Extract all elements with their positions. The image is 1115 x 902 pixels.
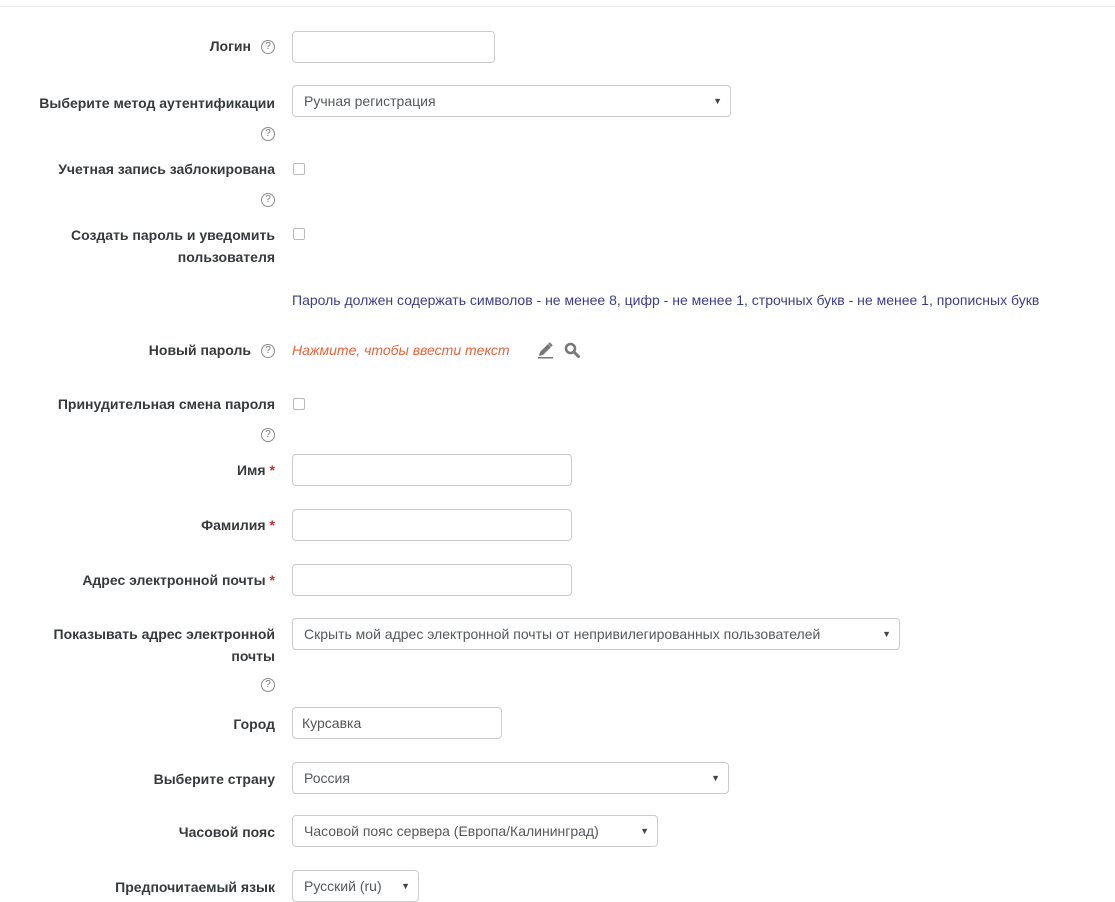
maildisplay-label-line1: Показывать адрес электронной (53, 626, 275, 642)
city-label-row: Город (233, 713, 275, 735)
suspended-label: Учетная запись заблокирована (58, 161, 275, 177)
lastname-label: Фамилия (201, 517, 266, 533)
new-password-label-row: Новый пароль? (149, 339, 275, 361)
pencil-icon[interactable] (536, 341, 554, 359)
required-icon: * (269, 572, 275, 588)
chevron-down-icon: ▼ (713, 96, 722, 106)
country-select[interactable]: Россия ▼ (292, 762, 729, 794)
create-password-label-row: Создать пароль и уведомить пользователя (71, 224, 275, 268)
chevron-down-icon: ▼ (882, 629, 891, 639)
chevron-down-icon: ▼ (640, 826, 649, 836)
language-label: Предпочитаемый язык (115, 879, 275, 895)
city-input[interactable] (292, 707, 502, 739)
force-change-label-row: Принудительная смена пароля ? (58, 393, 275, 445)
required-icon: * (269, 462, 275, 478)
auth-method-value: Ручная регистрация (304, 93, 436, 109)
create-password-label-line1: Создать пароль и уведомить (70, 227, 275, 243)
timezone-value: Часовой пояс сервера (Европа/Калининград… (304, 823, 599, 839)
login-label: Логин (209, 38, 251, 54)
maildisplay-label-line2: почты (231, 648, 275, 664)
country-label: Выберите страну (153, 771, 275, 787)
lastname-label-row: Фамилия * (201, 514, 275, 536)
email-label: Адрес электронной почты (82, 572, 266, 588)
country-value: Россия (304, 770, 350, 786)
email-input[interactable] (292, 564, 572, 596)
help-icon[interactable]: ? (261, 193, 275, 208)
help-icon[interactable]: ? (261, 678, 275, 693)
force-change-checkbox[interactable] (293, 398, 305, 410)
firstname-label-row: Имя * (237, 459, 275, 481)
language-select[interactable]: Русский (ru) ▼ (292, 870, 419, 902)
timezone-label: Часовой пояс (178, 824, 275, 840)
new-password-label: Новый пароль (148, 342, 251, 358)
country-label-row: Выберите страну (154, 768, 275, 790)
firstname-label: Имя (236, 462, 266, 478)
lastname-input[interactable] (292, 509, 572, 541)
chevron-down-icon: ▼ (711, 773, 720, 783)
language-label-row: Предпочитаемый язык (115, 876, 275, 898)
maildisplay-select[interactable]: Скрыть мой адрес электронной почты от не… (292, 618, 900, 650)
maildisplay-label-row: Показывать адрес электронной почты ? (54, 623, 275, 695)
new-password-link-text: Нажмите, чтобы ввести текст (292, 342, 510, 358)
maildisplay-value: Скрыть мой адрес электронной почты от не… (304, 626, 821, 642)
suspended-checkbox[interactable] (293, 163, 305, 175)
firstname-input[interactable] (292, 454, 572, 486)
email-label-row: Адрес электронной почты * (82, 569, 275, 591)
required-icon: * (269, 517, 275, 533)
help-icon[interactable]: ? (261, 127, 275, 142)
password-policy-text: Пароль должен содержать символов - не ме… (292, 292, 1040, 308)
create-password-checkbox[interactable] (293, 228, 305, 240)
city-label: Город (233, 716, 275, 732)
suspended-label-row: Учетная запись заблокирована ? (58, 158, 275, 210)
auth-label: Выберите метод аутентификации (39, 95, 275, 111)
auth-label-row: Выберите метод аутентификации ? (39, 92, 275, 144)
login-input[interactable] (292, 31, 495, 63)
chevron-down-icon: ▼ (401, 881, 410, 891)
help-icon[interactable]: ? (261, 344, 275, 359)
login-label-row: Логин? (210, 35, 275, 57)
help-icon[interactable]: ? (261, 40, 275, 55)
timezone-select[interactable]: Часовой пояс сервера (Европа/Калининград… (292, 815, 658, 847)
timezone-label-row: Часовой пояс (179, 821, 275, 843)
new-password-link[interactable]: Нажмите, чтобы ввести текст (292, 340, 510, 360)
top-divider (0, 6, 1115, 7)
language-value: Русский (ru) (304, 878, 382, 894)
search-icon[interactable] (564, 342, 580, 358)
create-password-label-line2: пользователя (177, 249, 275, 265)
force-change-label: Принудительная смена пароля (57, 396, 275, 412)
auth-method-select[interactable]: Ручная регистрация ▼ (292, 85, 731, 117)
help-icon[interactable]: ? (261, 428, 275, 443)
